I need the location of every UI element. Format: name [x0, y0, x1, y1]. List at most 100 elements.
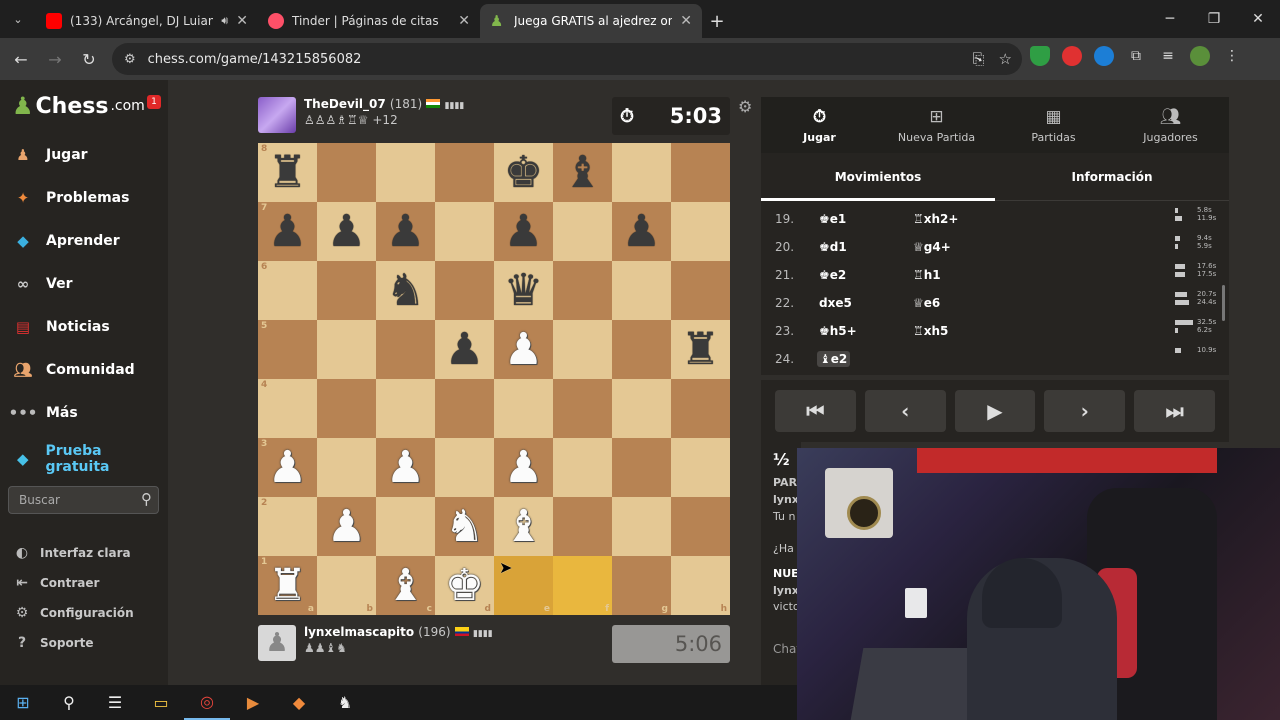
white-move[interactable]: ♚e1 [819, 212, 846, 226]
square-a3[interactable]: 3 ♟ [258, 438, 317, 497]
back-button[interactable]: ← [4, 42, 38, 76]
first-move-button[interactable]: ⏮ [775, 390, 856, 432]
white-rook-piece[interactable]: ♜ [268, 563, 307, 608]
square-c1[interactable]: c ♝ [376, 556, 435, 615]
white-move[interactable]: ♚h5+ [819, 324, 857, 338]
square-a2[interactable]: 2 [258, 497, 317, 556]
previous-move-button[interactable]: ‹ [864, 390, 946, 432]
black-pawn-piece[interactable]: ♟ [268, 209, 307, 254]
square-g5[interactable] [612, 320, 671, 379]
square-d2[interactable]: ♞ [435, 497, 494, 556]
puzzle-extensions-icon[interactable]: ⧉ [1126, 46, 1146, 66]
square-a6[interactable]: 6 [258, 261, 317, 320]
square-d8[interactable] [435, 143, 494, 202]
square-f3[interactable] [553, 438, 612, 497]
white-move[interactable]: dxe5 [819, 296, 852, 310]
forward-button[interactable]: → [38, 42, 72, 76]
shield-extension-icon[interactable] [1030, 46, 1050, 66]
sidebar-search-input[interactable]: Buscar ⚲ [8, 486, 159, 514]
bookmark-star-icon[interactable]: ☆ [999, 50, 1012, 68]
square-e8[interactable]: ♚ [494, 143, 553, 202]
profile-avatar-icon[interactable] [1190, 46, 1210, 66]
chess-board[interactable]: 8 ♜ ♚ ♝ 7 ♟ ♟ ♟ ♟ ♟ 6 ♞ ♛ 5 ♟ ♟ ♜ 4 3 ♟ ♟ ♟ 2 ♟ ♞ ♝ 1 a ♜ b c ♝ d ♚ e f g h [258, 143, 730, 615]
white-move[interactable]: ♚e2 [819, 268, 846, 282]
square-b3[interactable] [317, 438, 376, 497]
square-h5[interactable]: ♜ [671, 320, 730, 379]
square-b6[interactable] [317, 261, 376, 320]
black-move[interactable]: ♖xh2+ [913, 212, 958, 226]
task-view-icon[interactable]: ☰ [92, 685, 138, 720]
media-player-icon[interactable]: ▶ [230, 685, 276, 720]
square-e4[interactable] [494, 379, 553, 438]
square-g4[interactable] [612, 379, 671, 438]
close-tab-icon[interactable]: ✕ [458, 13, 470, 29]
search-icon[interactable]: ⚲ [46, 685, 92, 720]
white-pawn-piece[interactable]: ♟ [327, 504, 366, 549]
windows-start-icon[interactable]: ⊞ [0, 685, 46, 720]
black-pawn-piece[interactable]: ♟ [445, 327, 484, 372]
square-f6[interactable] [553, 261, 612, 320]
white-pawn-piece[interactable]: ♟ [504, 327, 543, 372]
tab-jugadores[interactable]: 👥︎ Jugadores [1112, 97, 1229, 153]
square-f5[interactable] [553, 320, 612, 379]
next-move-button[interactable]: › [1044, 390, 1126, 432]
square-g2[interactable] [612, 497, 671, 556]
white-pawn-piece[interactable]: ♟ [386, 445, 425, 490]
square-b4[interactable] [317, 379, 376, 438]
site-info-icon[interactable]: ⚙︎ [124, 52, 136, 67]
square-b2[interactable]: ♟ [317, 497, 376, 556]
square-c2[interactable] [376, 497, 435, 556]
square-f8[interactable]: ♝ [553, 143, 612, 202]
last-move-button[interactable]: ⏭ [1134, 390, 1215, 432]
square-d4[interactable] [435, 379, 494, 438]
chess-logo[interactable]: ♟ Chess .com [12, 92, 145, 120]
square-a1[interactable]: 1 a ♜ [258, 556, 317, 615]
white-bishop-piece[interactable]: ♝ [386, 563, 425, 608]
obs-icon[interactable]: ♞ [322, 685, 368, 720]
black-rook-piece[interactable]: ♜ [681, 327, 720, 372]
menu-kebab-icon[interactable]: ⋮ [1222, 46, 1242, 66]
sidebar-item-mas[interactable]: ••• Más [9, 400, 78, 426]
tab-jugar[interactable]: ⏱ Jugar [761, 97, 878, 153]
tab-informacion[interactable]: Información [995, 153, 1229, 200]
square-b5[interactable] [317, 320, 376, 379]
white-move[interactable]: ♚d1 [819, 240, 847, 254]
black-king-piece[interactable]: ♚ [504, 150, 543, 195]
close-tab-icon[interactable]: ✕ [680, 13, 692, 29]
square-a5[interactable]: 5 [258, 320, 317, 379]
sidebar-item-theme[interactable]: ◐ Interfaz clara [12, 545, 131, 561]
board-settings-gear-icon[interactable]: ⚙ [738, 97, 752, 116]
black-bishop-piece[interactable]: ♝ [563, 150, 602, 195]
square-a4[interactable]: 4 [258, 379, 317, 438]
speaker-icon[interactable]: 🔊︎ [221, 14, 228, 28]
square-e6[interactable]: ♛ [494, 261, 553, 320]
tab-search-button[interactable]: ⌄ [0, 0, 36, 38]
square-h7[interactable] [671, 202, 730, 261]
draw-offer-icon[interactable]: ½ [773, 450, 790, 469]
black-pawn-piece[interactable]: ♟ [386, 209, 425, 254]
square-h8[interactable] [671, 143, 730, 202]
reload-button[interactable]: ↻ [72, 42, 106, 76]
square-a8[interactable]: 8 ♜ [258, 143, 317, 202]
black-rook-piece[interactable]: ♜ [268, 150, 307, 195]
black-move[interactable]: ♖xh5 [913, 324, 948, 338]
sidebar-item-trial[interactable]: ◆ Prueba gratuita [10, 443, 168, 475]
install-app-icon[interactable]: ⎘ [973, 50, 985, 68]
white-knight-piece[interactable]: ♞ [445, 504, 484, 549]
sidebar-item-settings[interactable]: ⚙ Configuración [12, 605, 134, 621]
close-window-icon[interactable]: ✕ [1236, 0, 1280, 38]
fl-studio-icon[interactable]: ◆ [276, 685, 322, 720]
square-g7[interactable]: ♟ [612, 202, 671, 261]
address-bar[interactable]: ⚙︎ chess.com/game/143215856082 ⎘ ☆ [112, 43, 1022, 75]
square-f4[interactable] [553, 379, 612, 438]
minimize-icon[interactable]: ─ [1148, 0, 1192, 38]
file-explorer-icon[interactable]: ▭ [138, 685, 184, 720]
square-h2[interactable] [671, 497, 730, 556]
square-g3[interactable] [612, 438, 671, 497]
record-extension-icon[interactable] [1062, 46, 1082, 66]
tab-movimientos[interactable]: Movimientos [761, 153, 995, 201]
square-f7[interactable] [553, 202, 612, 261]
black-pawn-piece[interactable]: ♟ [504, 209, 543, 254]
white-bishop-piece[interactable]: ♝ [504, 504, 543, 549]
black-pawn-piece[interactable]: ♟ [622, 209, 661, 254]
